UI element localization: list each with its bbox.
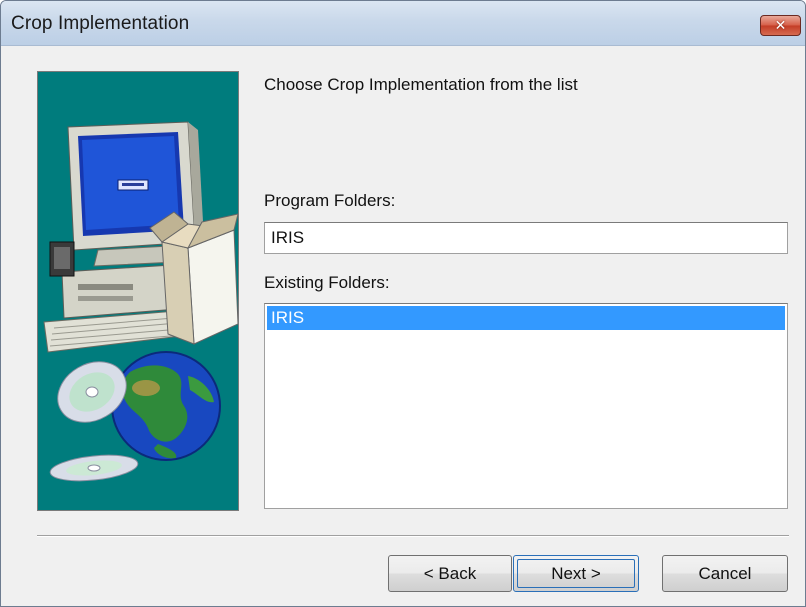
program-folders-input[interactable] — [264, 222, 788, 254]
program-folders-label: Program Folders: — [264, 191, 396, 210]
window-title: Crop Implementation — [11, 13, 190, 34]
wizard-instruction: Choose Crop Implementation from the list — [264, 75, 578, 94]
close-button[interactable]: ✕ — [760, 15, 801, 36]
next-button[interactable]: Next > — [513, 555, 639, 592]
title-bar[interactable]: Crop Implementation ✕ — [1, 1, 805, 46]
existing-folders-list[interactable]: IRIS — [264, 303, 788, 509]
crop-implementation-dialog: Crop Implementation ✕ Choose Crop Implem… — [0, 0, 806, 607]
list-item-iris[interactable]: IRIS — [267, 306, 785, 330]
divider — [37, 535, 789, 537]
computer-globe-illustration — [43, 121, 238, 482]
existing-folders-label: Existing Folders: — [264, 273, 390, 292]
wizard-artwork — [37, 71, 239, 511]
dialog-body: Choose Crop Implementation from the list… — [9, 47, 797, 600]
close-icon: ✕ — [774, 17, 787, 34]
cancel-button[interactable]: Cancel — [662, 555, 788, 592]
back-button[interactable]: < Back — [388, 555, 512, 592]
next-button-label: Next > — [551, 563, 601, 583]
